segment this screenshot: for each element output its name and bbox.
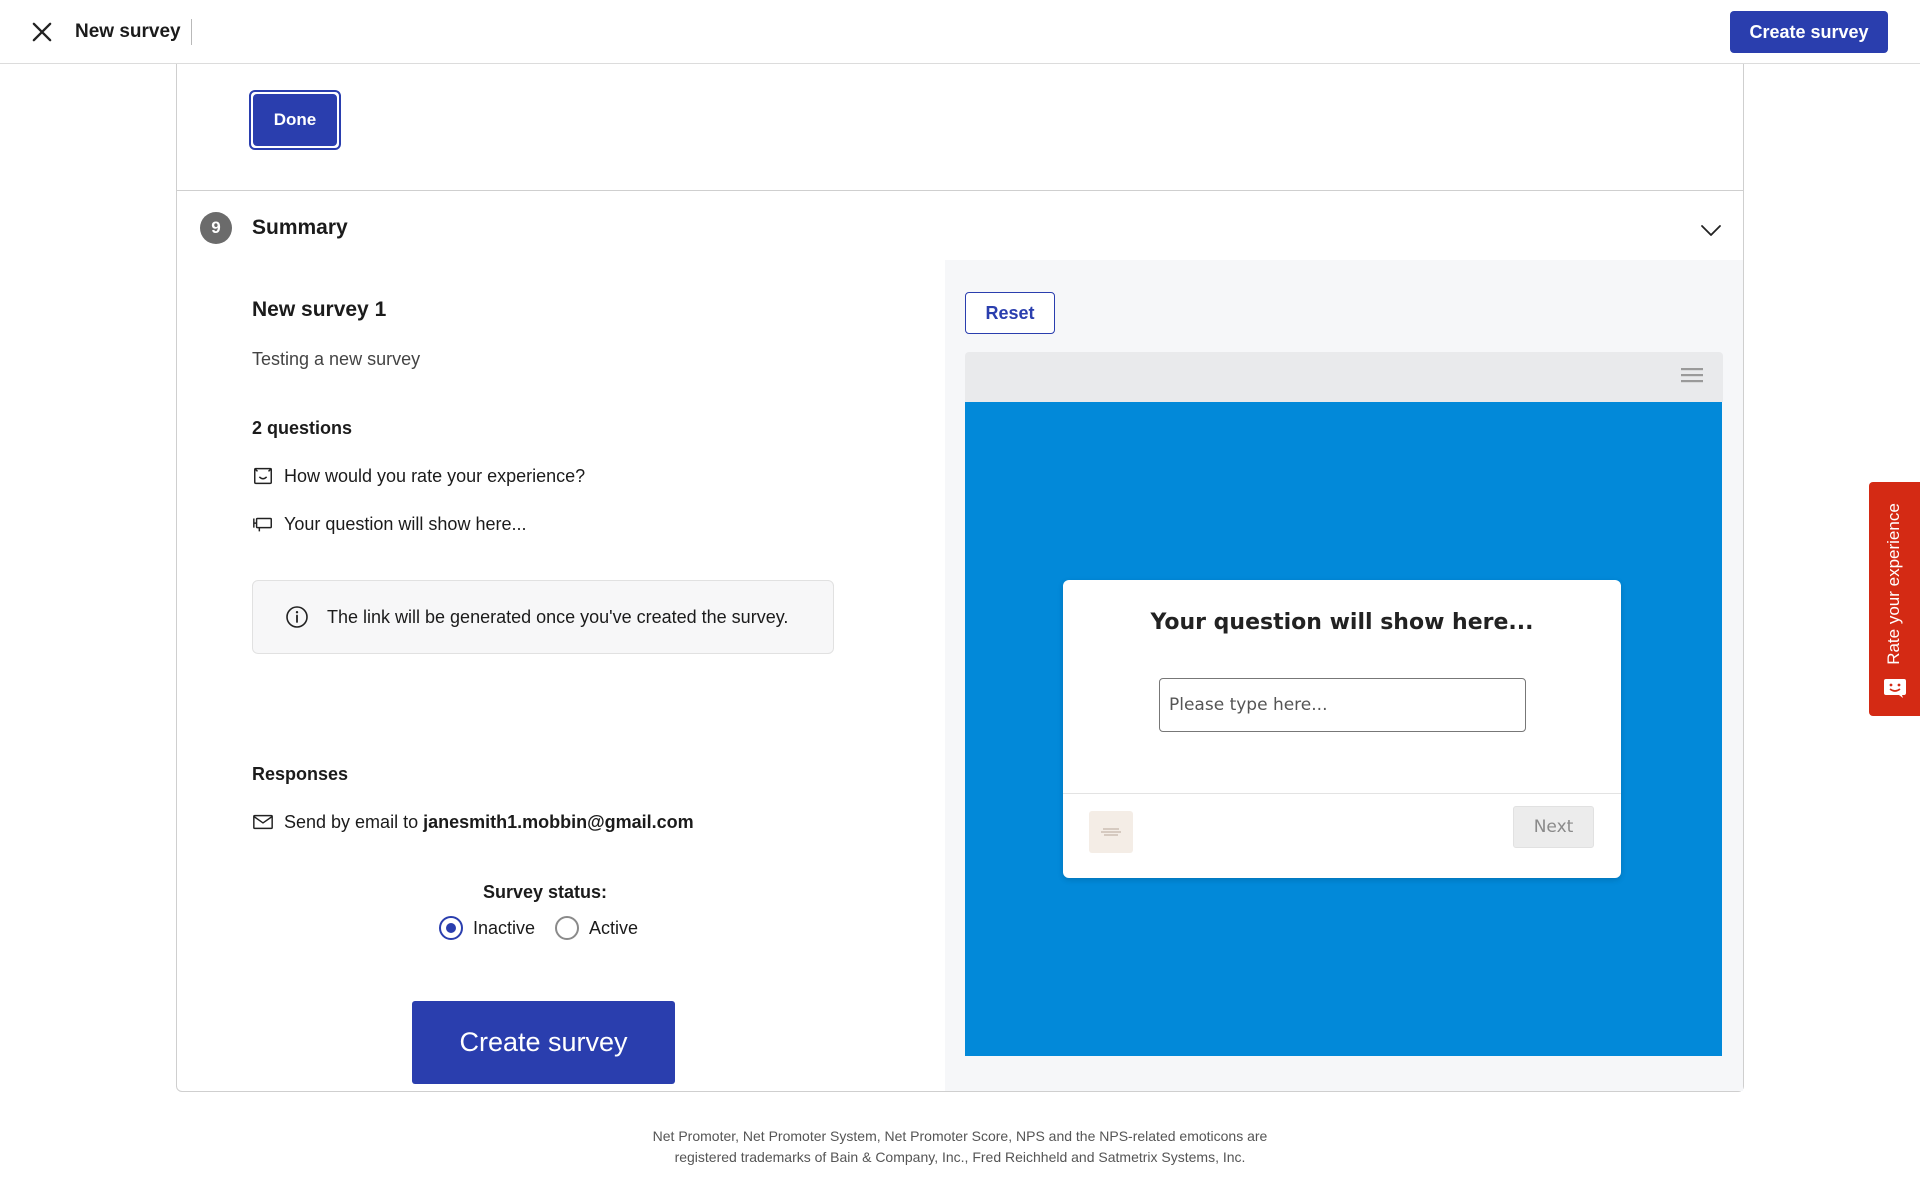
close-icon bbox=[32, 22, 52, 42]
text-question-icon bbox=[253, 517, 272, 532]
preview-card-divider bbox=[1063, 793, 1621, 794]
survey-status-label: Survey status: bbox=[482, 882, 608, 902]
feedback-tab-label: Rate your experience bbox=[1884, 503, 1903, 665]
trademark-footer: Net Promoter, Net Promoter System, Net P… bbox=[560, 1126, 1360, 1168]
info-text: The link will be generated once you've c… bbox=[327, 606, 789, 627]
top-bar: New survey Create survey bbox=[0, 0, 1920, 64]
footer-line: Net Promoter, Net Promoter System, Net P… bbox=[652, 1128, 1268, 1144]
rate-experience-feedback-tab[interactable]: Rate your experience bbox=[1869, 482, 1920, 716]
question-text: Your question will show here... bbox=[284, 514, 527, 534]
responses-title: Responses bbox=[252, 764, 349, 784]
question-list-item: How would you rate your experience? bbox=[252, 464, 585, 488]
survey-description: Testing a new survey bbox=[252, 349, 421, 369]
mail-icon bbox=[253, 814, 273, 830]
done-button-focus-ring: Done bbox=[249, 90, 341, 150]
survey-status-radio-group: Inactive Active bbox=[439, 916, 658, 940]
chevron-down-icon bbox=[1701, 225, 1721, 236]
preview-answer-input[interactable] bbox=[1159, 678, 1526, 732]
status-radio-active[interactable]: Active bbox=[555, 916, 638, 940]
status-radio-inactive[interactable]: Inactive bbox=[439, 916, 535, 940]
radio-button[interactable] bbox=[555, 916, 580, 940]
rating-icon bbox=[254, 467, 272, 485]
survey-preview-panel: Reset Your question will show here... Ne… bbox=[945, 260, 1743, 1091]
question-list-item: Your question will show here... bbox=[252, 512, 526, 536]
email-delivery-row: Send by email to janesmith1.mobbin@gmail… bbox=[252, 810, 694, 834]
footer-line: registered trademarks of Bain & Company,… bbox=[674, 1149, 1246, 1165]
survey-builder-card: Done 9 Summary New survey 1 Testing a ne… bbox=[176, 64, 1744, 1092]
questions-count: 2 questions bbox=[252, 418, 353, 438]
hamburger-menu-icon[interactable] bbox=[1681, 366, 1703, 384]
reset-preview-button[interactable]: Reset bbox=[965, 292, 1055, 334]
question-text: How would you rate your experience? bbox=[284, 466, 586, 486]
create-survey-button[interactable]: Create survey bbox=[412, 1001, 675, 1084]
section-divider bbox=[177, 190, 1743, 191]
done-button[interactable]: Done bbox=[253, 94, 337, 146]
radio-button-checked[interactable] bbox=[439, 916, 463, 940]
preview-stage: Your question will show here... Next bbox=[965, 402, 1722, 1056]
page-title: New survey bbox=[75, 19, 192, 45]
survey-name: New survey 1 bbox=[252, 298, 387, 321]
preview-question-title: Your question will show here... bbox=[1150, 610, 1534, 635]
brand-logo bbox=[1089, 811, 1133, 853]
step-number-badge: 9 bbox=[200, 212, 232, 244]
create-survey-header-button[interactable]: Create survey bbox=[1730, 11, 1888, 53]
preview-question-card: Your question will show here... Next bbox=[1063, 580, 1621, 878]
email-prefix: Send by email to bbox=[284, 812, 419, 832]
preview-browser-bar bbox=[965, 352, 1723, 402]
close-button[interactable] bbox=[28, 18, 56, 46]
collapse-section-button[interactable] bbox=[1699, 218, 1723, 242]
logo-icon bbox=[1101, 828, 1121, 836]
info-icon bbox=[286, 606, 308, 628]
summary-section-title: Summary bbox=[252, 216, 348, 239]
link-info-notice: The link will be generated once you've c… bbox=[252, 580, 834, 654]
email-address: janesmith1.mobbin@gmail.com bbox=[423, 812, 694, 832]
feedback-smiley-icon bbox=[1884, 679, 1906, 698]
preview-next-button[interactable]: Next bbox=[1513, 806, 1594, 848]
radio-label: Active bbox=[589, 917, 639, 938]
radio-label: Inactive bbox=[473, 917, 536, 938]
